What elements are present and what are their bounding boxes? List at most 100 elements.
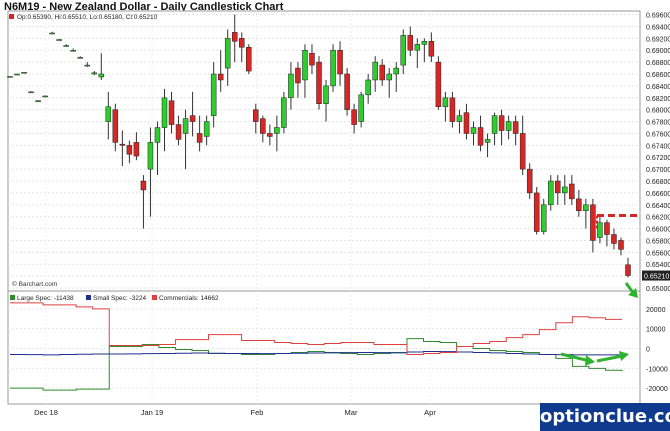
candle-body xyxy=(414,44,421,51)
x-tick-label: Dec 18 xyxy=(34,408,58,417)
cot-legend-label: Commercials: 14662 xyxy=(159,295,219,302)
price-tick-label: 0.67600 xyxy=(646,131,670,138)
price-tick-label: 0.66800 xyxy=(646,179,670,186)
candle-body xyxy=(21,71,27,74)
candle-body xyxy=(316,61,322,104)
candle-body xyxy=(105,106,112,122)
candle-body xyxy=(154,127,161,143)
watermark: optionclue.com xyxy=(540,403,670,431)
source-label: © Barchart.com xyxy=(12,280,57,288)
candle-body xyxy=(126,145,133,155)
candle-body xyxy=(189,115,196,122)
candle-body xyxy=(512,121,519,134)
candle-body xyxy=(210,73,217,116)
price-panel-frame xyxy=(7,10,641,292)
candle-body xyxy=(428,41,435,57)
price-tick-label: 0.69600 xyxy=(646,13,670,20)
candle-body xyxy=(393,67,399,75)
candle-body xyxy=(611,234,617,244)
price-tick-label: 0.68000 xyxy=(646,108,670,115)
candle-body xyxy=(477,127,484,146)
candle-body xyxy=(161,97,168,128)
candle-body xyxy=(246,47,252,72)
candle-body xyxy=(231,32,238,42)
cot-legend-swatch xyxy=(10,295,15,300)
candle-body xyxy=(267,133,273,137)
candle-body xyxy=(63,45,69,47)
candle-body xyxy=(590,204,596,241)
cot-tick-label: -20000 xyxy=(646,386,668,393)
cot-tick-label: 0 xyxy=(646,346,650,353)
price-tick-label: 0.66000 xyxy=(646,227,670,234)
candle-body xyxy=(323,85,329,104)
price-tick-label: 0.65600 xyxy=(646,250,670,257)
price-tick-label: 0.68200 xyxy=(646,96,670,103)
candle-body xyxy=(330,49,336,87)
candle-body xyxy=(119,143,126,146)
candle-body xyxy=(168,100,175,125)
price-tick-label: 0.69400 xyxy=(646,24,670,31)
candle-body xyxy=(196,133,203,143)
price-tick-label: 0.66400 xyxy=(646,203,670,210)
chart-svg: 0.69600 0.69400 0.69200 0.69000 0.68800 0.686… xyxy=(7,10,670,417)
candle-body xyxy=(288,73,294,99)
candle-body xyxy=(463,112,470,134)
candle-body xyxy=(625,264,631,276)
candle-body xyxy=(435,61,442,107)
candle-body xyxy=(295,67,301,84)
candle-body xyxy=(618,240,624,250)
candle-body xyxy=(365,79,371,96)
chart-stage: N6M19 - New Zealand Dollar - Daily Candl… xyxy=(0,0,670,431)
price-tick-label: 0.68600 xyxy=(646,72,670,79)
ohlc-legend: Op:0.65390, Hi:0.65510, Lo:0.65180, Cl:0… xyxy=(17,14,158,21)
price-tick-label: 0.67200 xyxy=(646,155,670,162)
candle-body xyxy=(91,72,98,75)
candle-body xyxy=(98,73,105,78)
price-tick-label: 0.65400 xyxy=(646,262,670,269)
last-price-label: 0.65210 xyxy=(644,274,669,281)
candle-body xyxy=(224,38,231,69)
price-tick-label: 0.67000 xyxy=(646,167,670,174)
candle-body xyxy=(519,133,526,170)
candle-body xyxy=(14,73,20,76)
price-tick-label: 0.66200 xyxy=(646,215,670,222)
candle-body xyxy=(597,222,603,238)
price-tick-label: 0.67800 xyxy=(646,120,670,127)
x-tick-label: Jan 19 xyxy=(141,408,164,417)
candle-body xyxy=(260,118,266,134)
price-tick-label: 0.65000 xyxy=(646,286,670,293)
candle-body xyxy=(555,180,561,194)
candle-body xyxy=(372,61,378,81)
candle-body xyxy=(147,142,154,170)
candle-body xyxy=(379,64,385,81)
candle-body xyxy=(302,49,308,81)
candle-body xyxy=(533,192,540,232)
candle-body xyxy=(77,57,83,59)
ohlc-legend-swatch xyxy=(9,14,14,19)
candle-body xyxy=(182,118,189,134)
x-tick-label: Mar xyxy=(345,408,358,417)
candle-body xyxy=(569,183,575,200)
candle-body xyxy=(140,180,147,191)
candle-body xyxy=(505,121,512,131)
candle-body xyxy=(84,64,90,67)
candle-body xyxy=(548,180,554,206)
cot-tick-label: 10000 xyxy=(646,327,666,334)
candle-body xyxy=(281,97,287,128)
candle-body xyxy=(540,204,547,232)
candle-body xyxy=(351,109,357,125)
price-tick-label: 0.68400 xyxy=(646,84,670,91)
candle-body xyxy=(498,115,505,131)
candle-body xyxy=(217,73,224,81)
candle-body xyxy=(470,127,477,134)
candle-body xyxy=(407,35,414,51)
candle-body xyxy=(70,49,76,52)
candle-body xyxy=(112,109,119,143)
candle-body xyxy=(42,95,48,98)
candle-body xyxy=(309,52,315,66)
cot-legend-swatch xyxy=(152,295,157,300)
candle-body xyxy=(7,76,13,78)
cot-legend-swatch xyxy=(86,295,91,300)
candle-body xyxy=(175,124,182,140)
candle-body xyxy=(456,115,463,122)
